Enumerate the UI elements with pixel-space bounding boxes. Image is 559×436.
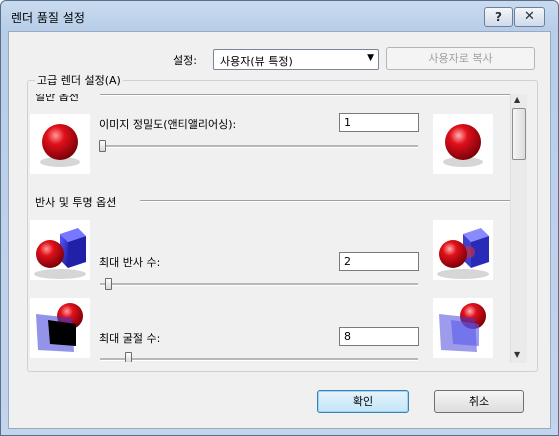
- section-reflection-title: 반사 및 투명 옵션: [35, 196, 117, 209]
- reflection-high-preview: [433, 220, 493, 280]
- vertical-scrollbar[interactable]: ▲ ▼: [510, 94, 527, 363]
- dialog-client-area: 설정: 사용자(뷰 특정) ▼ 사용자로 복사 고급 렌더 설정(A) 일반 옵…: [8, 31, 551, 429]
- refraction-high-preview: [433, 298, 493, 358]
- antialias-high-preview: [433, 114, 493, 174]
- scrollbar-thumb[interactable]: [512, 108, 526, 160]
- preset-dropdown[interactable]: 사용자(뷰 특정) ▼: [213, 49, 379, 70]
- refractions-value: 8: [344, 330, 351, 343]
- render-quality-dialog: 렌더 품질 설정 ? ✕ 설정: 사용자(뷰 특정) ▼ 사용자로 복사 고급 …: [0, 0, 559, 436]
- refractions-slider-thumb[interactable]: [125, 352, 132, 362]
- scroll-down-icon[interactable]: ▼: [514, 350, 520, 359]
- setting-label-antialias: 이미지 정밀도(앤티앨리어싱):: [99, 118, 237, 131]
- section-divider: [140, 200, 520, 202]
- title-bar[interactable]: 렌더 품질 설정 ? ✕: [1, 1, 558, 31]
- preset-label: 설정:: [173, 54, 197, 67]
- antialias-low-preview: [30, 114, 90, 174]
- help-button[interactable]: ?: [484, 7, 513, 27]
- antialias-value: 1: [344, 116, 351, 129]
- refraction-low-preview: [30, 298, 90, 358]
- reflections-value: 2: [344, 255, 351, 268]
- setting-label-reflections: 최대 반사 수:: [99, 256, 161, 269]
- section-divider: [100, 94, 520, 96]
- reflections-slider-track[interactable]: [100, 283, 418, 286]
- antialias-slider-track[interactable]: [100, 145, 418, 148]
- chevron-down-icon: ▼: [367, 53, 374, 63]
- window-title: 렌더 품질 설정: [11, 11, 85, 25]
- settings-scroll-area[interactable]: 일반 옵션 이미지 정밀도(앤티앨리어싱): 1 반사 및 투명 옵션 최대 반…: [30, 94, 526, 362]
- reflections-slider-thumb[interactable]: [105, 278, 112, 290]
- group-title: 고급 렌더 설정(A): [35, 72, 123, 88]
- reflections-input[interactable]: 2: [339, 252, 419, 271]
- refractions-input[interactable]: 8: [339, 327, 419, 346]
- refractions-slider-track[interactable]: [100, 358, 418, 361]
- reflection-low-preview: [30, 220, 90, 280]
- scroll-up-icon[interactable]: ▲: [514, 95, 520, 104]
- antialias-input[interactable]: 1: [339, 113, 419, 132]
- ok-button[interactable]: 확인: [317, 390, 409, 413]
- section-general-title: 일반 옵션: [35, 94, 79, 103]
- copy-to-user-button[interactable]: 사용자로 복사: [386, 47, 535, 70]
- preset-value: 사용자(뷰 특정): [220, 55, 293, 68]
- setting-label-refractions: 최대 굴절 수:: [99, 332, 161, 345]
- cancel-button[interactable]: 취소: [434, 390, 524, 413]
- close-button[interactable]: ✕: [514, 7, 545, 27]
- antialias-slider-thumb[interactable]: [99, 140, 106, 152]
